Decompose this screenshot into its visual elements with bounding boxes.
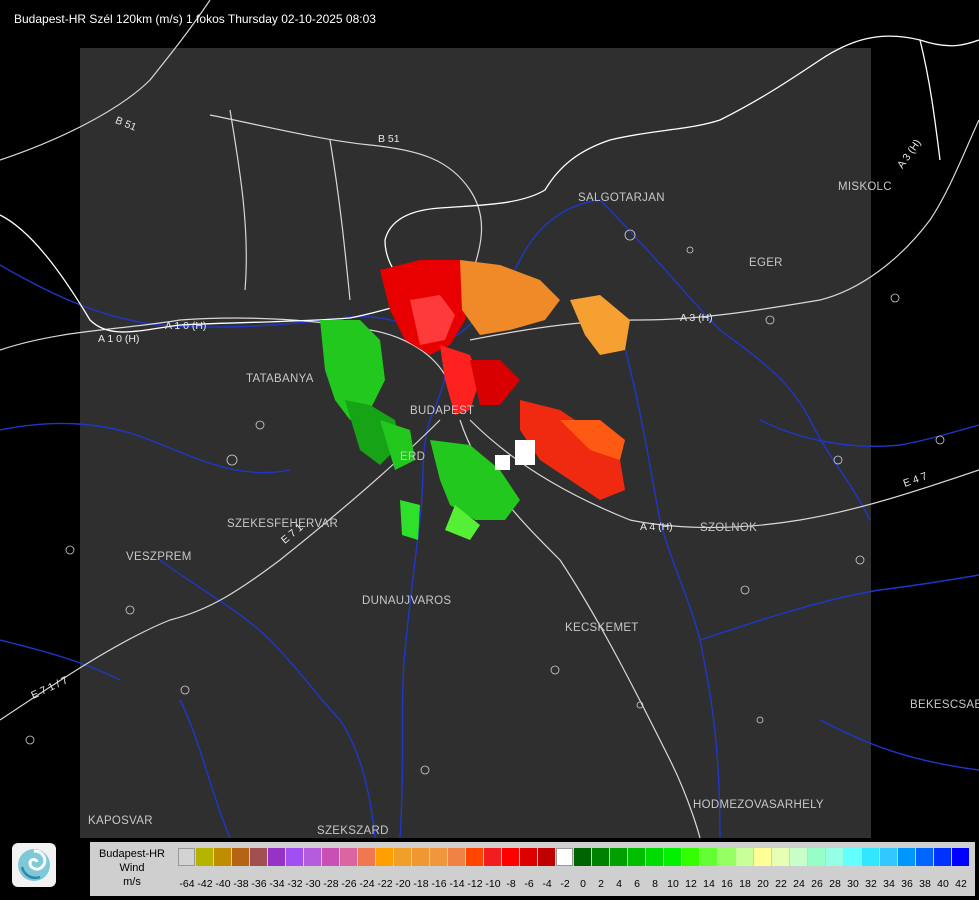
road-label: A 3 (H): [680, 312, 713, 324]
road-label: B 51: [378, 133, 400, 145]
legend-swatch: [574, 848, 591, 866]
legend-swatch: [502, 848, 519, 866]
legend-swatch: [736, 848, 753, 866]
legend-swatch: [484, 848, 501, 866]
legend-swatch: [322, 848, 339, 866]
legend-swatch: [682, 848, 699, 866]
legend-title-line: m/s: [123, 876, 141, 888]
legend-swatch: [790, 848, 807, 866]
city-label: SZEKSZARD: [317, 825, 389, 837]
legend-swatch: [394, 848, 411, 866]
legend-swatch: [844, 848, 861, 866]
legend-title-line: Wind: [119, 862, 145, 874]
city-label: SZEKESFEHERVAR: [227, 518, 339, 530]
city-label: TATABANYA: [246, 373, 314, 385]
road-label: A 1 0 (H): [98, 333, 140, 345]
city-label: EGER: [749, 257, 783, 269]
legend-swatch: [196, 848, 213, 866]
legend-swatch: [862, 848, 879, 866]
road-label: A 4 (H): [640, 521, 673, 533]
legend-title: Budapest-HR Wind m/s: [90, 842, 174, 896]
legend-swatch: [520, 848, 537, 866]
legend-swatch: [466, 848, 483, 866]
city-label: MISKOLC: [838, 181, 892, 193]
legend-swatch: [340, 848, 357, 866]
legend-swatch: [358, 848, 375, 866]
legend-swatch: [880, 848, 897, 866]
legend-swatch: [250, 848, 267, 866]
city-label: SZOLNOK: [700, 522, 758, 534]
omsz-logo-icon: [12, 843, 56, 887]
city-label: ERD: [400, 451, 426, 463]
legend-swatch: [610, 848, 627, 866]
legend-swatch: [952, 848, 969, 866]
legend-swatch: [430, 848, 447, 866]
legend-swatch: [556, 848, 573, 866]
city-label: HODMEZOVASARHELY: [693, 799, 824, 811]
swirl-icon: [18, 849, 50, 881]
legend-swatch: [772, 848, 789, 866]
legend-swatch: [916, 848, 933, 866]
legend-swatch: [628, 848, 645, 866]
page-title: Budapest-HR Szél 120km (m/s) 1 fokos Thu…: [14, 12, 376, 26]
legend-swatch: [808, 848, 825, 866]
radar-coverage-area: [80, 48, 871, 838]
legend-title-line: Budapest-HR: [98, 848, 166, 860]
legend-swatch: [304, 848, 321, 866]
radar-map[interactable]: [0, 0, 979, 900]
city-label: VESZPREM: [126, 551, 192, 563]
city-label: SALGOTARJAN: [578, 192, 665, 204]
city-label: DUNAUJVAROS: [362, 595, 452, 607]
legend-swatch: [664, 848, 681, 866]
legend-swatch: [700, 848, 717, 866]
city-label: KECSKEMET: [565, 622, 639, 634]
city-label: BEKESCSABA: [910, 699, 979, 711]
legend-swatch: [898, 848, 915, 866]
legend-swatch: [178, 848, 195, 866]
road-label: A 1 0 (H): [165, 320, 207, 332]
city-label: KAPOSVAR: [88, 815, 153, 827]
legend-swatch: [826, 848, 843, 866]
legend-swatch: [592, 848, 609, 866]
legend-swatch: [646, 848, 663, 866]
legend-swatch: [538, 848, 555, 866]
legend-swatch: [412, 848, 429, 866]
city-label: BUDAPEST: [410, 405, 475, 417]
legend-swatch: [754, 848, 771, 866]
legend-swatch: [214, 848, 231, 866]
legend-swatch: [376, 848, 393, 866]
legend-swatch: [232, 848, 249, 866]
legend-swatch: [268, 848, 285, 866]
color-legend: Budapest-HR Wind m/s -64 -42 -40 -38 -36 -34-…: [90, 842, 975, 896]
legend-swatch: [448, 848, 465, 866]
legend-swatch: [718, 848, 735, 866]
legend-swatch: [934, 848, 951, 866]
legend-swatch: [286, 848, 303, 866]
legend-tick-label: 42: [955, 878, 967, 890]
